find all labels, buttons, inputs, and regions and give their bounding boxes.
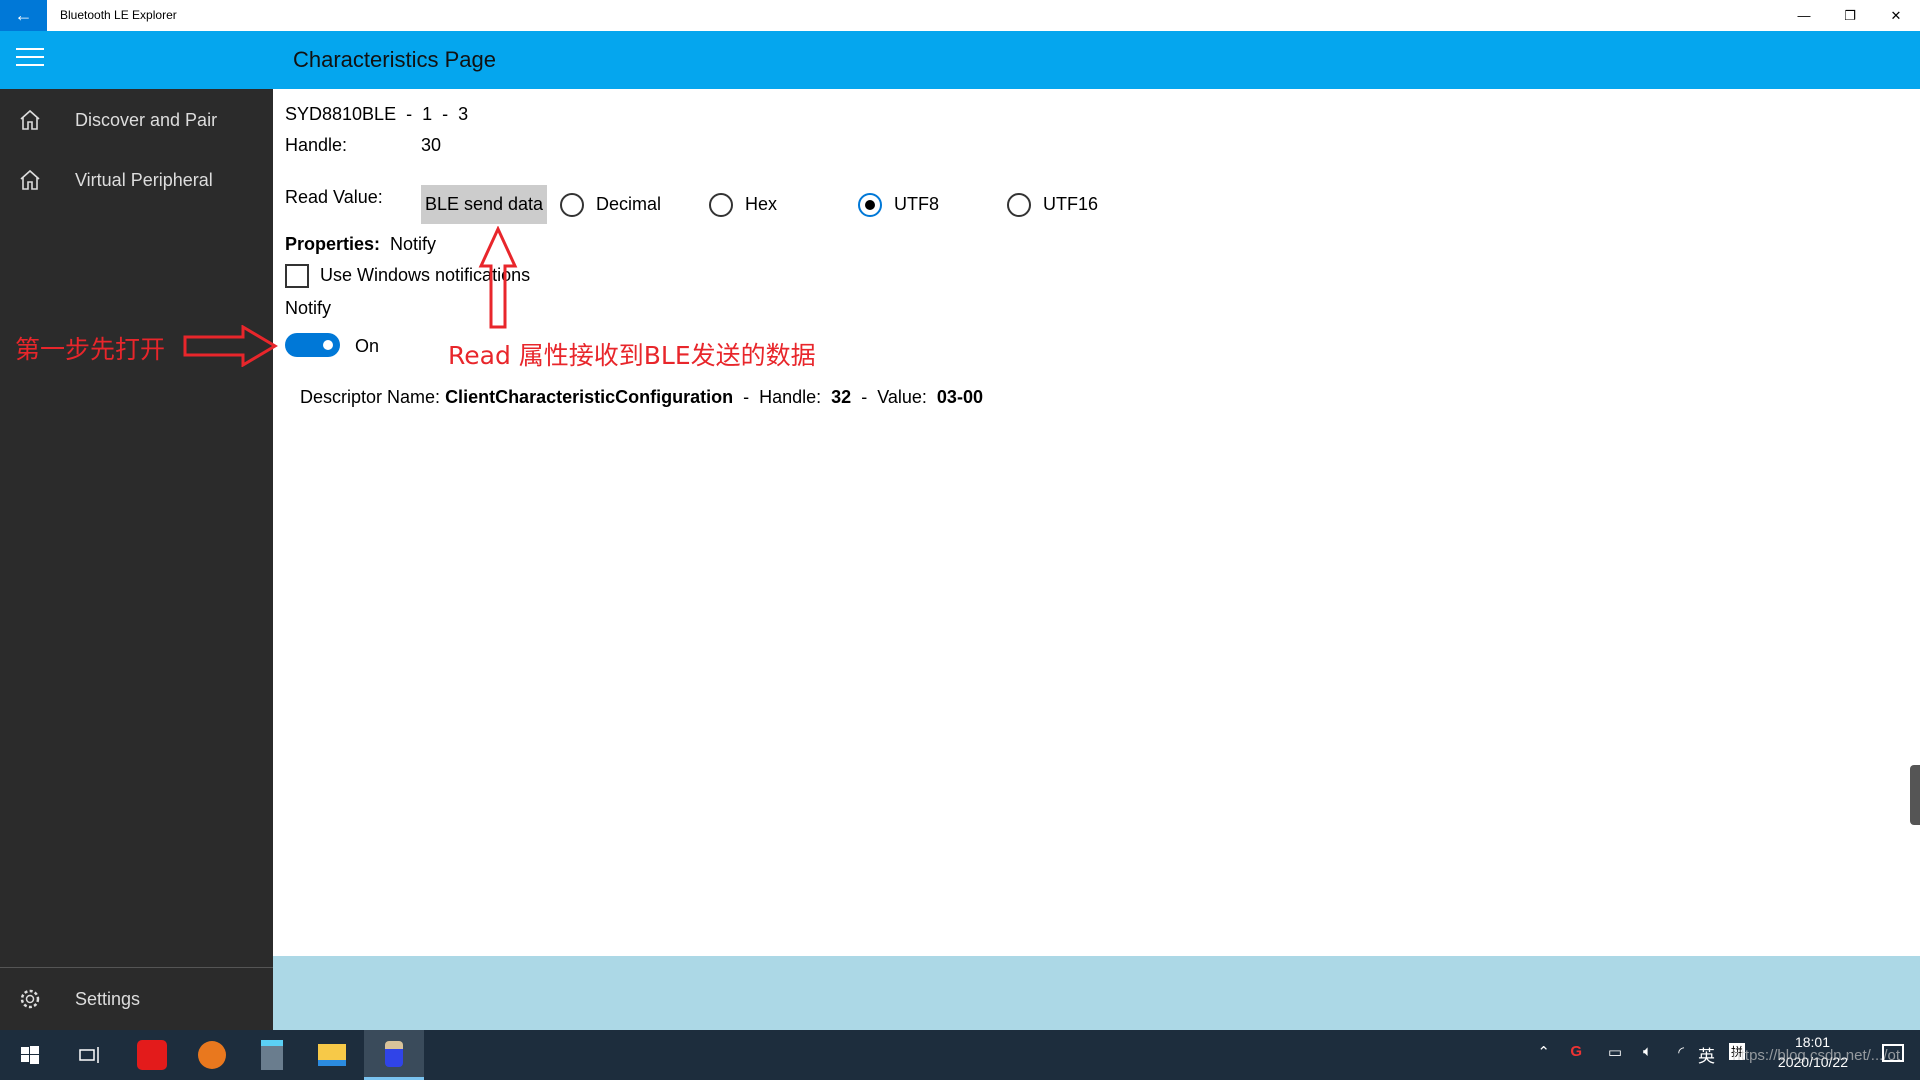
radio-circle-selected [858,193,882,217]
windows-logo-icon [21,1046,39,1064]
sidebar-item-virtual-peripheral[interactable]: Virtual Peripheral [0,152,273,210]
calculator-app[interactable] [242,1030,302,1080]
battery-icon[interactable]: ▭ [1608,1043,1622,1061]
notify-label: Notify [285,298,332,318]
calculator-icon [261,1040,283,1070]
back-button[interactable]: ← [0,0,47,31]
page-title: Characteristics Page [293,47,496,72]
sidebar-item-label: Discover and Pair [75,110,218,130]
notify-toggle[interactable] [285,333,340,357]
toggle-state: On [355,336,380,356]
properties-row: Properties: Notify [285,234,436,255]
sidebar: Discover and Pair Virtual Peripheral Set… [0,89,273,1030]
volume-icon[interactable]: 🔈︎ [1643,1043,1652,1060]
watermark: https://blog.csdn.net/.../ot [1732,1047,1900,1064]
sidebar-item-discover-and-pair[interactable]: Discover and Pair [0,92,273,150]
radio-circle [560,193,584,217]
browser-icon [198,1041,226,1069]
app-icon [385,1040,403,1067]
home-icon [20,109,40,130]
notification-center-icon[interactable] [1882,1044,1904,1062]
read-value-button[interactable]: BLE send data [421,185,547,224]
descriptor-handle: 32 [831,387,852,407]
sidebar-item-settings[interactable]: Settings [0,971,273,1029]
youdao-app[interactable] [122,1030,182,1080]
descriptor-value: 03-00 [936,387,983,407]
ime-indicator[interactable]: 英 [1698,1042,1715,1067]
app-tray-icon[interactable]: G [1570,1043,1582,1060]
hamburger-menu-icon[interactable] [16,48,44,70]
chevron-up-icon[interactable]: ⌃ [1537,1043,1550,1061]
descriptor-value-label: Value: [877,387,927,407]
descriptor-row: Descriptor Name: ClientCharacteristicCon… [300,387,983,407]
home-icon [20,169,40,190]
minimize-button[interactable]: — [1781,0,1827,31]
annotation-read-note: Read 属性接收到BLE发送的数据 [448,341,816,370]
sidebar-divider [0,967,273,968]
task-view-icon [79,1047,99,1063]
separator: - [406,104,413,124]
close-button[interactable]: ✕ [1873,0,1919,31]
youdao-icon [137,1040,167,1070]
page-header: Characteristics Page [0,31,1920,89]
annotation-up-arrow-icon [478,226,518,329]
browser-app[interactable] [182,1030,242,1080]
radio-label: UTF16 [1043,194,1099,214]
bottom-bar [273,956,1920,1030]
sidebar-item-label: Settings [75,989,141,1009]
bluetooth-le-explorer-app[interactable] [364,1030,424,1080]
radio-circle [1007,193,1031,217]
handle-value: 30 [421,135,442,155]
device-name: SYD8810BLE [285,104,397,124]
service-index: 1 [422,104,433,124]
annotation-right-arrow-icon [183,325,278,367]
app-title: Bluetooth LE Explorer [60,8,177,22]
radio-circle [709,193,733,217]
properties-label: Properties: [285,234,381,254]
descriptor-handle-label: Handle: [759,387,822,407]
side-scroll-handle[interactable] [1910,765,1920,825]
handle-label: Handle: [285,135,348,155]
descriptor-name-label: Descriptor Name: [300,387,441,407]
file-explorer-app[interactable] [302,1030,362,1080]
title-bar: ← Bluetooth LE Explorer — ❐ ✕ [0,0,1920,31]
separator: - [442,104,449,124]
wifi-icon[interactable]: ◜ [1678,1043,1684,1061]
gear-icon [20,989,40,1009]
task-view-button[interactable] [60,1030,120,1080]
properties-value: Notify [390,234,437,254]
restore-button[interactable]: ❐ [1827,0,1873,31]
taskbar: ⌃ G ▭ 🔈︎ ◜ 英 拼 18:01 2020/10/22 https://… [0,1030,1920,1080]
read-value-label: Read Value: [285,187,383,207]
radio-label: UTF8 [894,194,939,214]
annotation-step1: 第一步先打开 [15,335,166,364]
device-heading: SYD8810BLE - 1 - 3 [285,104,468,125]
descriptor-name: ClientCharacteristicConfiguration [445,387,734,407]
characteristic-index: 3 [458,104,469,124]
folder-icon [318,1044,346,1066]
radio-label: Decimal [596,194,662,214]
start-button[interactable] [0,1030,60,1080]
use-windows-notifications-checkbox[interactable] [285,264,309,288]
radio-label: Hex [745,194,778,214]
sidebar-item-label: Virtual Peripheral [75,170,213,190]
